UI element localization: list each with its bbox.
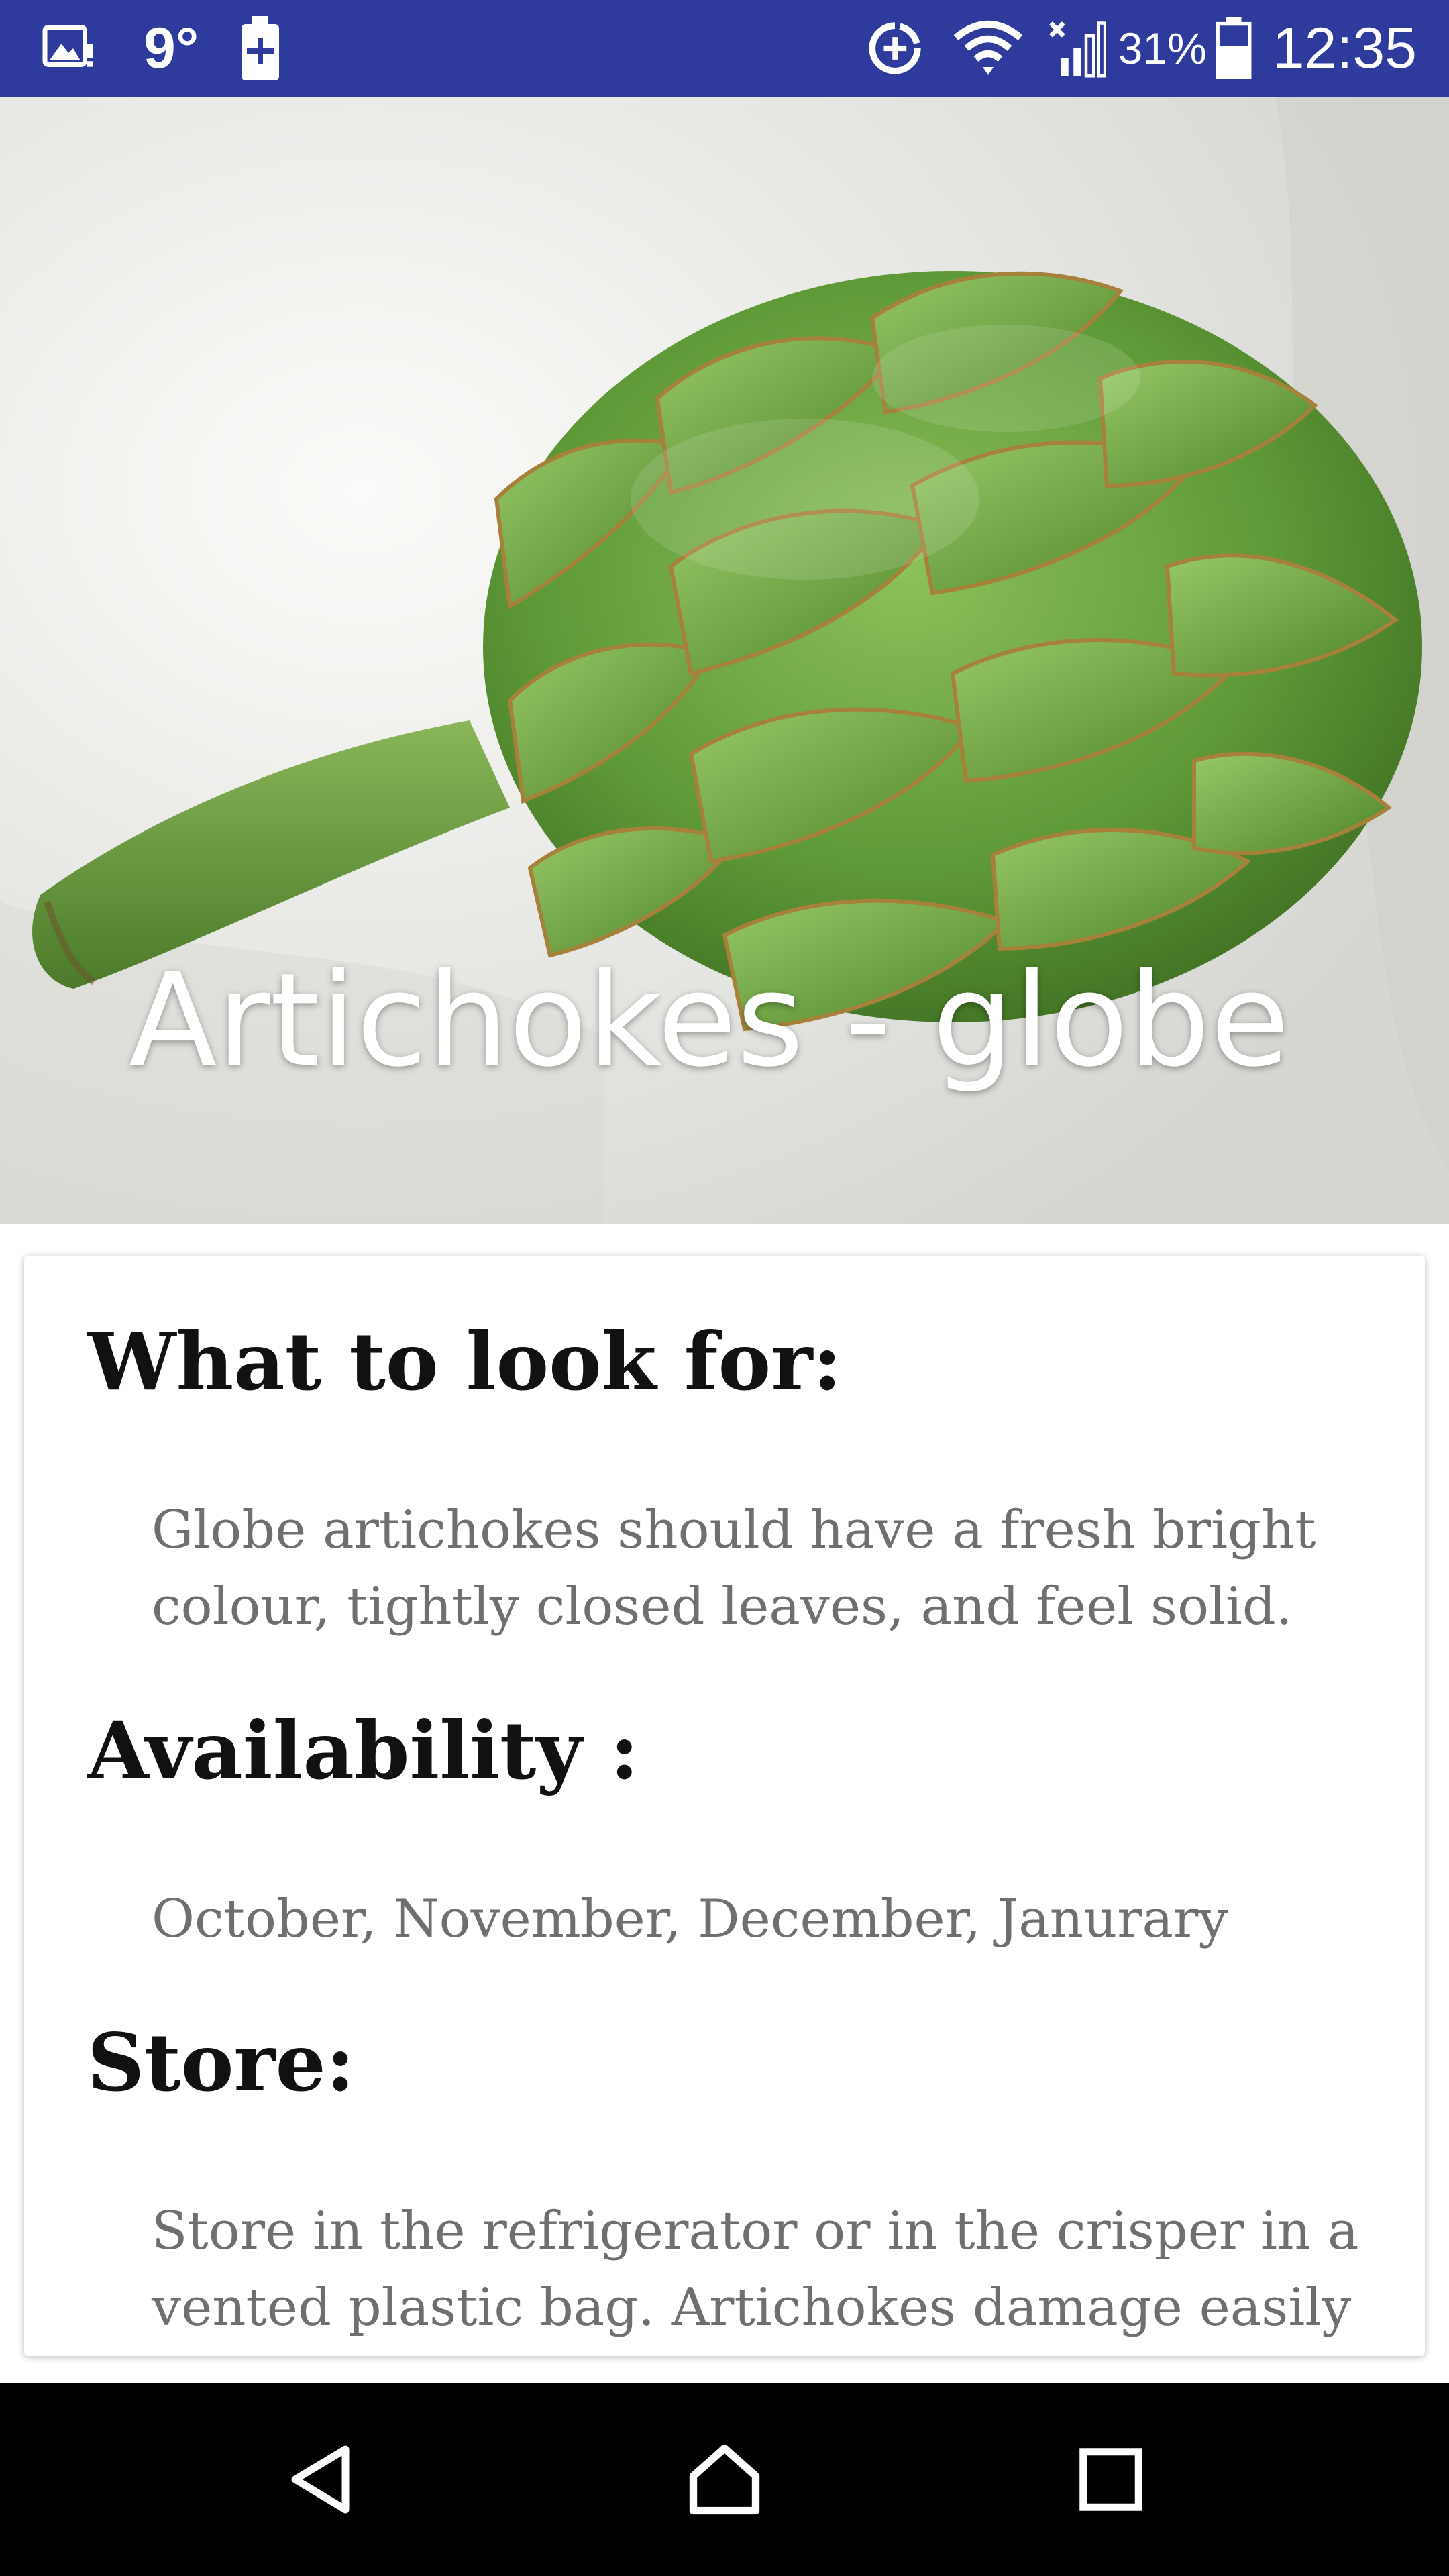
section-body-store: Store in the refrigerator or in the cris…: [152, 2201, 1359, 2338]
recents-icon: [1079, 2448, 1142, 2511]
page-title: Artichokes - globe: [129, 946, 1290, 1095]
home-button[interactable]: [628, 2383, 821, 2576]
wifi-icon: [953, 18, 1023, 78]
info-card: What to look for: Globe artichokes shoul…: [24, 1256, 1425, 2356]
section-heading-store: Store:: [87, 2016, 356, 2109]
temperature-text: 9°: [144, 15, 199, 80]
section-heading-what-to-look-for: What to look for:: [87, 1315, 842, 1408]
section-heading-availability: Availability :: [87, 1704, 639, 1797]
status-bar-left: 9°: [40, 0, 282, 97]
hero-banner: Artichokes - globe: [0, 97, 1449, 1224]
section-body-availability: October, November, December, Janurary: [152, 1889, 1228, 1949]
signal-icon: [1046, 18, 1106, 78]
home-icon: [689, 2444, 760, 2515]
status-bar: 9° 31% 12:35: [0, 0, 1449, 97]
battery-percent-text: 31%: [1118, 23, 1207, 73]
data-saver-icon: [865, 18, 925, 78]
status-bar-right: 31% 12:35: [865, 0, 1417, 97]
back-icon: [291, 2445, 350, 2514]
image-notification-icon: [40, 20, 97, 76]
navigation-bar: [0, 2383, 1449, 2576]
clock-text: 12:35: [1272, 15, 1417, 80]
section-body-what-to-look-for: Globe artichokes should have a fresh bri…: [152, 1500, 1316, 1637]
battery-saver-icon: [239, 16, 282, 80]
recents-button[interactable]: [1014, 2383, 1208, 2576]
back-button[interactable]: [225, 2383, 419, 2576]
battery-icon: [1215, 17, 1252, 79]
